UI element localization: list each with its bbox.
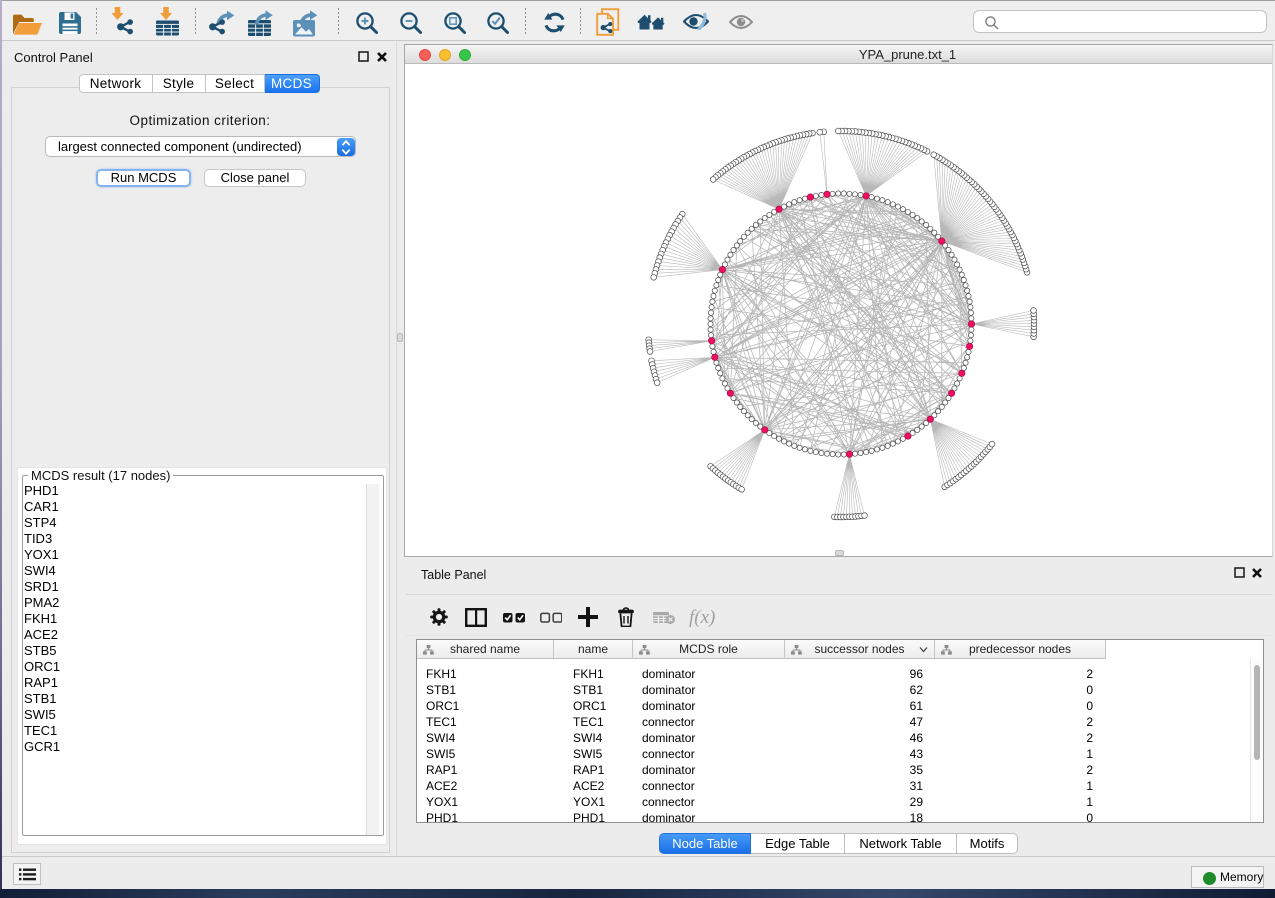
svg-text:f(x): f(x) bbox=[689, 607, 715, 628]
